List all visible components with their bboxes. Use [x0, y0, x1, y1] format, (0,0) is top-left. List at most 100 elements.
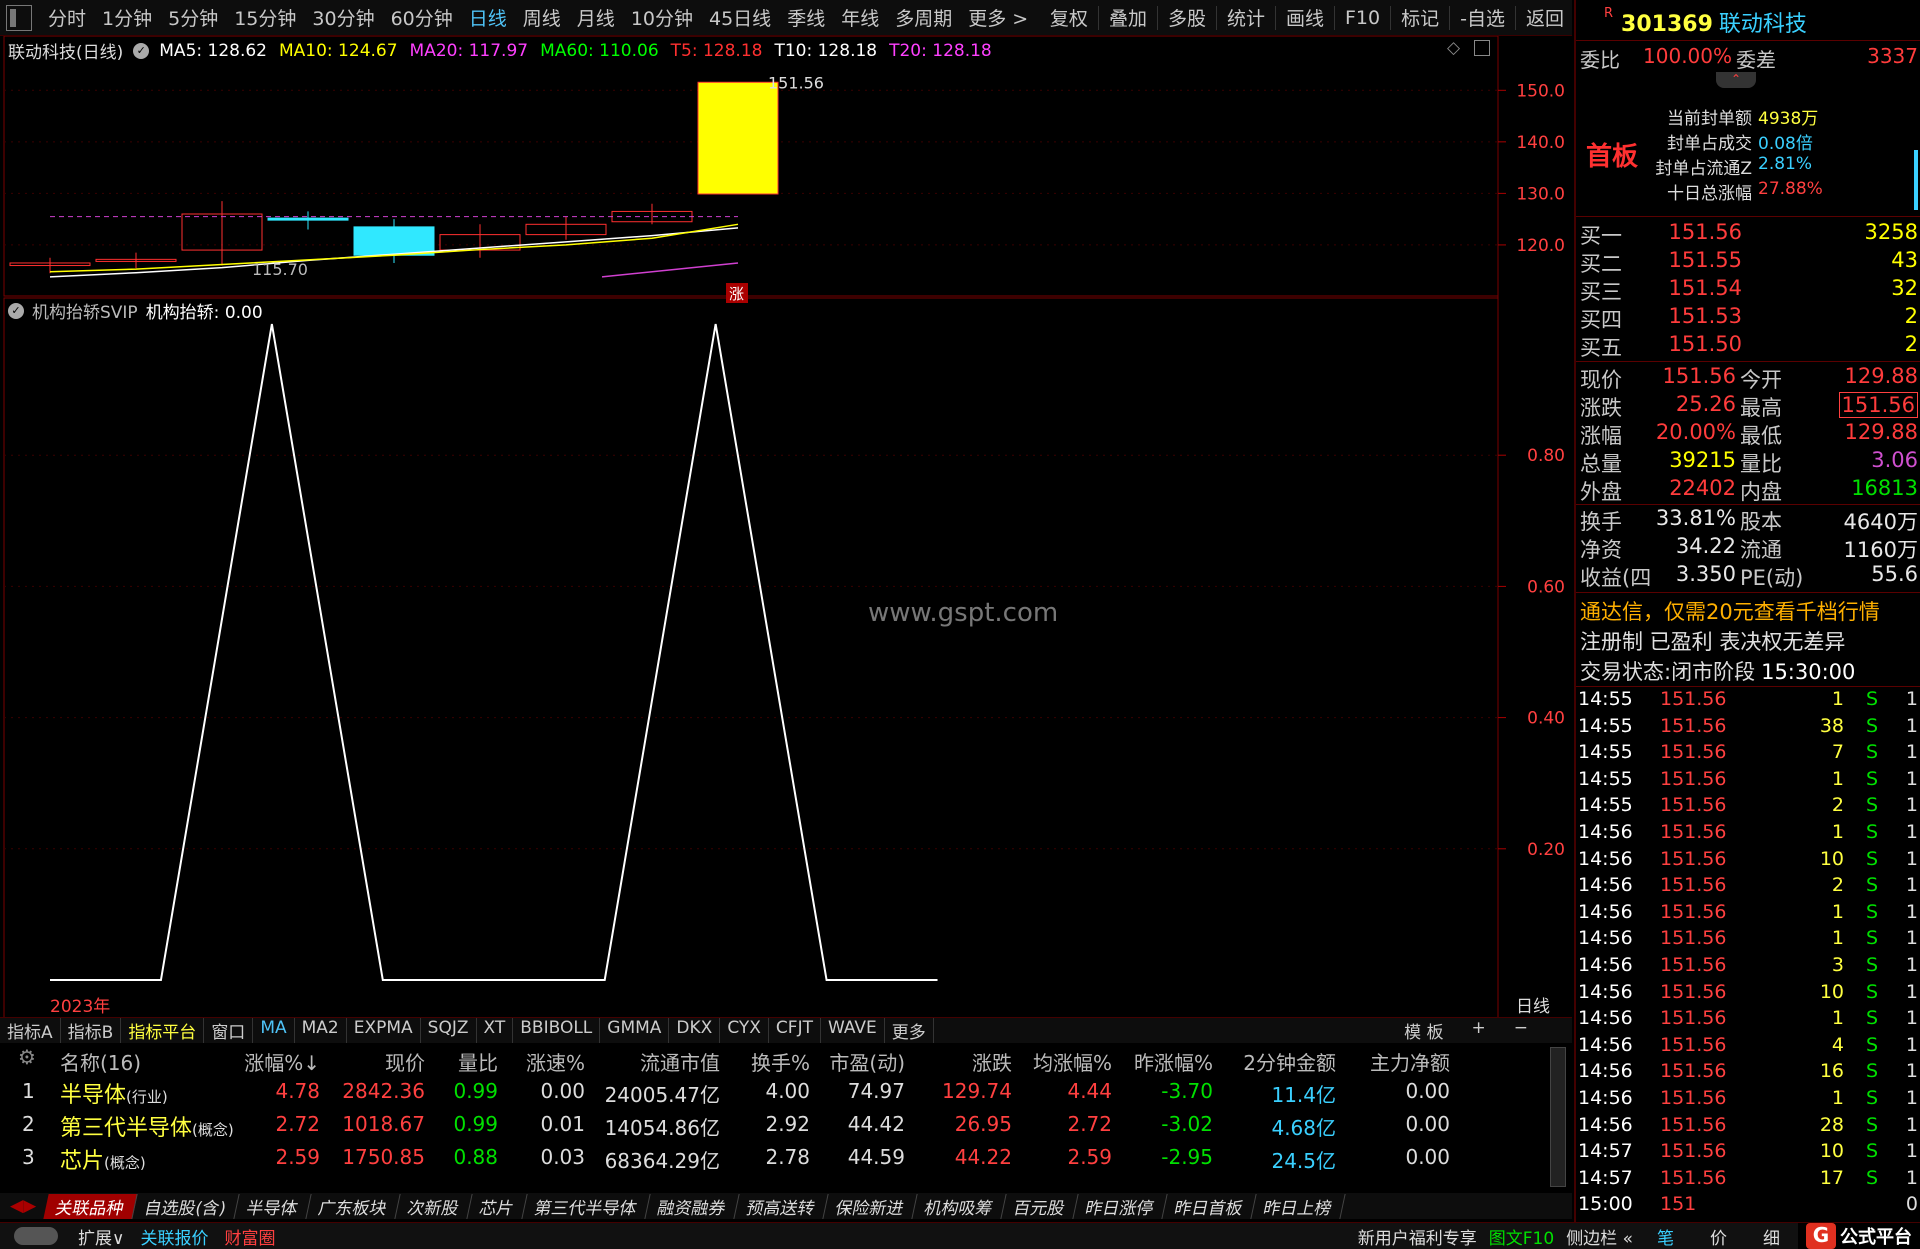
promo-link[interactable]: 通达信，仅需20元查看千档行情 [1580, 596, 1920, 626]
settings-gear-icon[interactable]: ⚙ [18, 1045, 36, 1069]
period-tab[interactable]: 更多 > [960, 4, 1036, 31]
indicator-tool-button[interactable]: + [1458, 1018, 1500, 1043]
indicator-tab[interactable]: BBIBOLL [513, 1018, 601, 1043]
tool-button[interactable]: 画线 [1278, 4, 1332, 31]
status-left-button[interactable]: 关联报价 [132, 1224, 216, 1249]
indicator-tab[interactable]: CYX [720, 1018, 769, 1043]
block-tab[interactable]: 昨日上榜 [1251, 1193, 1347, 1219]
column-header[interactable]: 换手% [751, 1047, 810, 1076]
indicator-tool-button[interactable]: 模 板 [1390, 1018, 1457, 1043]
column-header[interactable]: 涨跌 [972, 1047, 1012, 1076]
block-tab[interactable]: 机构吸筹 [912, 1193, 1008, 1219]
indicator-tab[interactable]: DKX [669, 1018, 721, 1043]
indicator-tab[interactable]: MA [253, 1018, 295, 1043]
indicator-tool-button[interactable]: − [1500, 1018, 1542, 1043]
tick-time: 14:57 [1578, 1166, 1633, 1189]
block-tab[interactable]: 半导体 [234, 1193, 313, 1219]
period-tab[interactable]: 30分钟 [304, 4, 382, 31]
table-scrollbar[interactable] [1550, 1047, 1566, 1187]
status-left-button[interactable]: 财富圈 [216, 1224, 283, 1249]
column-header[interactable]: 市盈(动) [829, 1047, 905, 1076]
block-tab[interactable]: 融资融券 [645, 1193, 741, 1219]
indicator-tab[interactable]: 指标A [0, 1018, 61, 1043]
status-right-button[interactable]: 侧边栏 « [1560, 1224, 1639, 1249]
indicator-tab[interactable]: WAVE [821, 1018, 885, 1043]
tool-button[interactable]: 复权 [1042, 4, 1096, 31]
column-header[interactable]: 流通市值 [640, 1047, 720, 1076]
block-tab[interactable]: 关联品种 [43, 1193, 138, 1219]
table-row[interactable]: 3 芯片(概念) 2.59 1750.85 0.88 0.03 68364.29亿 2.78 4… [0, 1141, 1540, 1174]
tool-button[interactable]: 标记 [1393, 4, 1447, 31]
block-tab[interactable]: 昨日首板 [1162, 1193, 1258, 1219]
column-header[interactable]: 均涨幅% [1033, 1047, 1112, 1076]
indicator-tab[interactable]: XT [477, 1018, 514, 1043]
scroll-left-icon[interactable]: ◀▶ [0, 1196, 46, 1216]
period-tab[interactable]: 60分钟 [383, 4, 461, 31]
period-tab[interactable]: 月线 [569, 4, 623, 31]
table-row[interactable]: 2 第三代半导体(概念) 2.72 1018.67 0.99 0.01 14054.86亿 2… [0, 1108, 1540, 1142]
tool-button[interactable]: 叠加 [1101, 4, 1155, 31]
period-tab[interactable]: 季线 [779, 4, 833, 31]
block-tab[interactable]: 芯片 [467, 1193, 529, 1219]
column-header[interactable]: 涨速% [526, 1047, 585, 1076]
collapse-icon[interactable]: ✓ [133, 42, 150, 59]
column-header[interactable]: 主力净额 [1370, 1047, 1450, 1076]
status-right-button[interactable]: 图文F10 [1483, 1224, 1560, 1249]
block-tab[interactable]: 昨日涨停 [1073, 1193, 1169, 1219]
row-name-cell: 第三代半导体(概念) [60, 1110, 234, 1142]
block-tab[interactable]: 预高送转 [734, 1193, 830, 1219]
period-tab[interactable]: 45日线 [701, 4, 779, 31]
block-tab[interactable]: 次新股 [395, 1193, 474, 1219]
indicator-collapse-icon[interactable]: ✓ [8, 302, 24, 319]
diamond-icon[interactable]: ◇ [1447, 38, 1460, 58]
indicator-tab[interactable]: EXPMA [347, 1018, 421, 1043]
seal-scrollbar[interactable] [1914, 150, 1918, 210]
block-tab[interactable]: 百元股 [1001, 1193, 1080, 1219]
tool-button[interactable]: F10 [1337, 7, 1388, 29]
block-tab[interactable]: 第三代半导体 [522, 1193, 652, 1219]
seal-key: 封单占流通Z [1655, 159, 1752, 179]
indicator-tab[interactable]: GMMA [600, 1018, 670, 1043]
tool-button[interactable]: 统计 [1219, 4, 1273, 31]
period-tab[interactable]: 1分钟 [94, 4, 160, 31]
tool-button[interactable]: 返回 [1518, 4, 1572, 31]
block-tab[interactable]: 自选股(含) [132, 1193, 241, 1219]
column-header[interactable]: 名称(16) [60, 1047, 141, 1076]
column-header[interactable]: 昨涨幅% [1134, 1047, 1213, 1076]
block-tab[interactable]: 保险新进 [823, 1193, 919, 1219]
indicator-tab[interactable]: MA2 [295, 1018, 347, 1043]
tick-mode-tab[interactable]: 细 [1745, 1224, 1798, 1249]
table-row[interactable]: 1 半导体(行业) 4.78 2842.36 0.99 0.00 24005.47亿 4.00… [0, 1075, 1540, 1108]
collapse-chevron-icon[interactable]: ⌃ [1716, 72, 1756, 88]
period-tab[interactable]: 5分钟 [160, 4, 226, 31]
column-header[interactable]: 2分钟金额 [1243, 1047, 1336, 1076]
indicator-tab[interactable]: CFJT [769, 1018, 821, 1043]
period-tab[interactable]: 日线 [461, 4, 515, 31]
indicator-tab[interactable]: 指标平台 [121, 1018, 205, 1043]
period-tab[interactable]: 多周期 [887, 4, 960, 31]
period-tab[interactable]: 周线 [515, 4, 569, 31]
column-header[interactable]: 量比 [458, 1047, 498, 1076]
indicator-tab[interactable]: SQJZ [421, 1018, 477, 1043]
period-tab[interactable]: 15分钟 [226, 4, 304, 31]
tool-button[interactable]: -自选 [1452, 4, 1513, 31]
block-tab[interactable]: 广东板块 [306, 1193, 402, 1219]
status-right-button[interactable]: 新用户福利专享 [1352, 1224, 1483, 1249]
tool-button[interactable]: 多股 [1160, 4, 1214, 31]
indicator-tab[interactable]: 指标B [61, 1018, 122, 1043]
period-tab[interactable]: 年线 [833, 4, 887, 31]
period-tab[interactable]: 10分钟 [623, 4, 701, 31]
period-tab[interactable]: 分时 [40, 4, 94, 31]
toggle-switch[interactable] [14, 1227, 58, 1245]
tick-mode-tab[interactable]: 笔 [1639, 1224, 1692, 1249]
layout-icon[interactable] [1474, 40, 1490, 56]
panel-toggle-icon[interactable] [6, 4, 32, 31]
column-header[interactable]: 现价 [385, 1047, 425, 1076]
indicator-tab[interactable]: 更多 [885, 1018, 934, 1043]
stock-name[interactable]: 联动科技 [1719, 12, 1807, 37]
tick-mode-tab[interactable]: 价 [1692, 1224, 1745, 1249]
kline-chart[interactable]: 150.0 140.0 130.0 120.0 151.56 115.70 涨 0.80 0.6… [0, 36, 1572, 1036]
column-header[interactable]: 涨幅%↓ [244, 1047, 320, 1076]
indicator-tab[interactable]: 窗口 [204, 1018, 254, 1043]
status-left-button[interactable]: 扩展∨ [70, 1224, 132, 1249]
